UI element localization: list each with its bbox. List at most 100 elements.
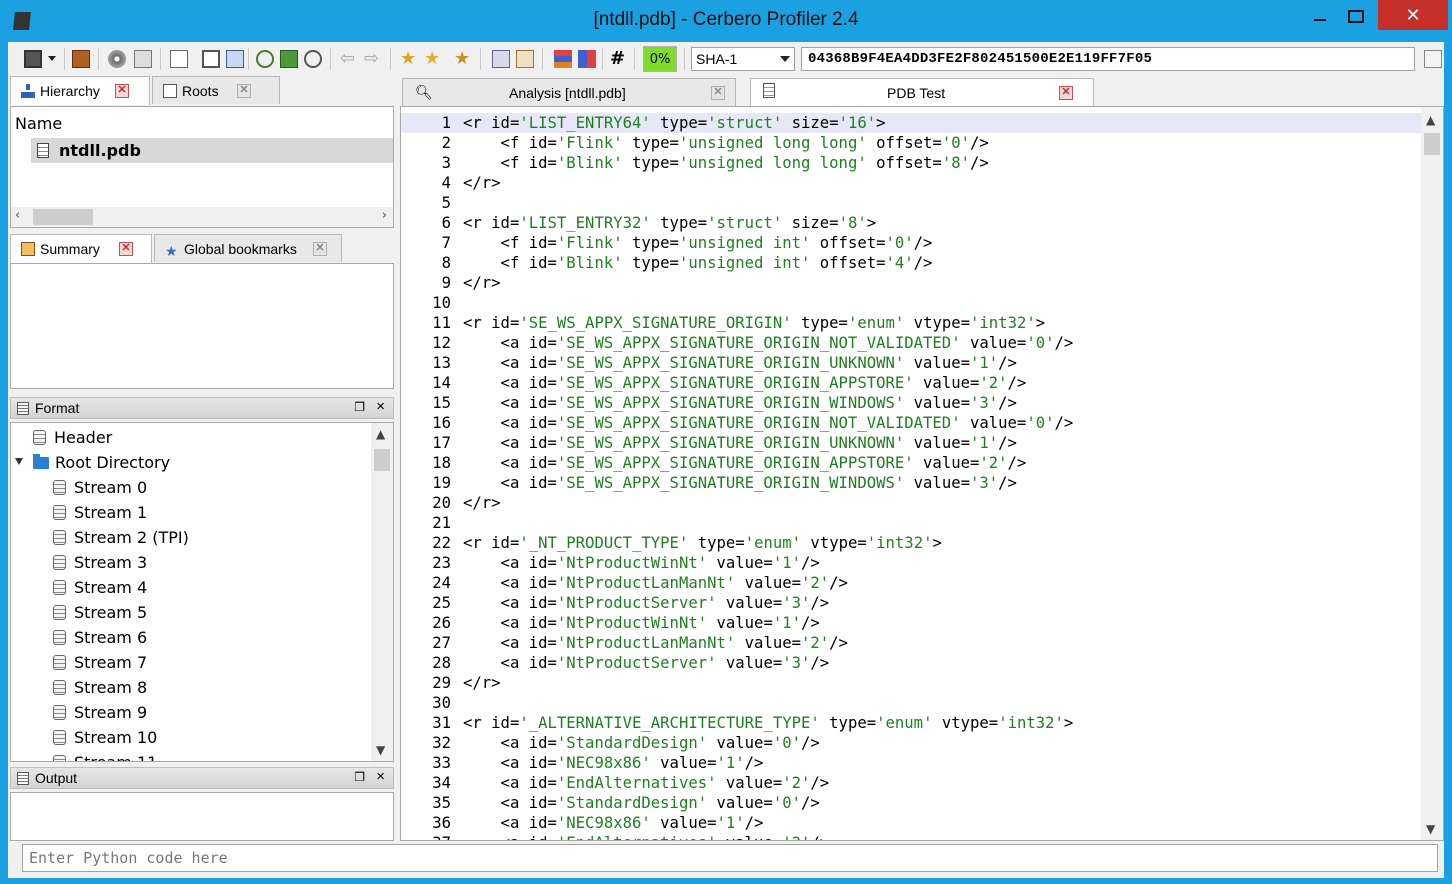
code-line[interactable]: 37 <a id='EndAlternatives' value='2'/>: [401, 833, 1421, 840]
tree-item[interactable]: Stream 9: [53, 700, 147, 725]
code-line[interactable]: 36 <a id='NEC98x86' value='1'/>: [401, 813, 1421, 833]
close-button[interactable]: ✕: [1378, 0, 1448, 30]
code-line[interactable]: 30: [401, 693, 1421, 713]
tree-item[interactable]: Stream 0: [53, 475, 147, 500]
code-line[interactable]: 6 <r id='LIST_ENTRY32' type='struct' size…: [401, 213, 1421, 233]
window-icon[interactable]: [170, 50, 188, 68]
code-line[interactable]: 25 <a id='NtProductServer' value='3'/>: [401, 593, 1421, 613]
code-line[interactable]: 29 </r>: [401, 673, 1421, 693]
float-icon[interactable]: ❐: [354, 770, 365, 784]
close-tab-icon[interactable]: ✕: [1059, 86, 1073, 100]
code-line[interactable]: 27 <a id='NtProductLanManNt' value='2'/>: [401, 633, 1421, 653]
tab-global-bookmarks[interactable]: ★ Global bookmarks ✕: [154, 234, 342, 262]
zoom-in-icon[interactable]: [256, 50, 274, 68]
vertical-scrollbar[interactable]: ▲ ▼: [371, 423, 393, 761]
close-tab-icon[interactable]: ✕: [237, 84, 251, 98]
code-line[interactable]: 5: [401, 193, 1421, 213]
float-icon[interactable]: ❐: [354, 400, 365, 414]
hash-icon[interactable]: #: [610, 50, 628, 68]
editor-vertical-scrollbar[interactable]: ▲ ▼: [1421, 107, 1443, 840]
close-tab-icon[interactable]: ✕: [313, 242, 327, 256]
code-line[interactable]: 34 <a id='EndAlternatives' value='2'/>: [401, 773, 1421, 793]
code-line[interactable]: 23 <a id='NtProductWinNt' value='1'/>: [401, 553, 1421, 573]
scan-icon[interactable]: [492, 50, 510, 68]
code-line[interactable]: 16 <a id='SE_WS_APPX_SIGNATURE_ORIGIN_NO…: [401, 413, 1421, 433]
code-line[interactable]: 8 <f id='Blink' type='unsigned int' offs…: [401, 253, 1421, 273]
scrollbar-thumb[interactable]: [33, 209, 93, 225]
scroll-right-icon[interactable]: ›: [382, 208, 387, 223]
code-line[interactable]: 11 <r id='SE_WS_APPX_SIGNATURE_ORIGIN' ty…: [401, 313, 1421, 333]
code-editor[interactable]: 1 <r id='LIST_ENTRY64' type='struct' size…: [400, 106, 1444, 841]
tab-analysis[interactable]: 🔍︎ Analysis [ntdll.pdb] ✕: [402, 78, 736, 106]
tree-item[interactable]: Stream 4: [53, 575, 147, 600]
tree-item[interactable]: Stream 5: [53, 600, 147, 625]
horizontal-scrollbar[interactable]: ‹ ›: [11, 207, 393, 227]
code-line[interactable]: 1 <r id='LIST_ENTRY64' type='struct' size…: [401, 113, 1421, 133]
code-line[interactable]: 26 <a id='NtProductWinNt' value='1'/>: [401, 613, 1421, 633]
color-list-icon[interactable]: [554, 50, 572, 68]
close-icon[interactable]: ×: [376, 398, 385, 415]
code-line[interactable]: 10: [401, 293, 1421, 313]
back-arrow-icon[interactable]: ⇦: [340, 50, 358, 68]
code-line[interactable]: 32 <a id='StandardDesign' value='0'/>: [401, 733, 1421, 753]
copy-icon[interactable]: [1424, 50, 1442, 68]
bookmark-add-icon[interactable]: ★: [400, 50, 418, 68]
hash-value-field[interactable]: 04368B9F4EA4DD3FE2F802451500E2E119FF7F05: [801, 47, 1415, 71]
tree-item[interactable]: Stream 7: [53, 650, 147, 675]
code-line[interactable]: 21: [401, 513, 1421, 533]
tree-item[interactable]: Stream 10: [53, 725, 157, 750]
tree-item[interactable]: Root Directory: [15, 450, 170, 475]
save-icon[interactable]: [24, 50, 42, 68]
bookmark-list-icon[interactable]: ★: [454, 50, 472, 68]
code-line[interactable]: 12 <a id='SE_WS_APPX_SIGNATURE_ORIGIN_NO…: [401, 333, 1421, 353]
column-header-name[interactable]: Name: [15, 114, 62, 133]
code-line[interactable]: 28 <a id='NtProductServer' value='3'/>: [401, 653, 1421, 673]
scroll-up-icon[interactable]: ▲: [1426, 113, 1435, 127]
dropdown-arrow-icon[interactable]: [48, 56, 56, 61]
tree-item[interactable]: Stream 11: [53, 750, 157, 761]
close-tab-icon[interactable]: ✕: [119, 242, 133, 256]
code-line[interactable]: 2 <f id='Flink' type='unsigned long long…: [401, 133, 1421, 153]
python-input[interactable]: Enter Python code here: [22, 844, 1438, 872]
tab-roots[interactable]: Roots ✕: [152, 76, 280, 104]
tab-pdb-test[interactable]: PDB Test ✕: [750, 78, 1094, 107]
code-line[interactable]: 24 <a id='NtProductLanManNt' value='2'/>: [401, 573, 1421, 593]
tree-item[interactable]: Header: [33, 425, 112, 450]
color-grid-icon[interactable]: [578, 50, 596, 68]
code-line[interactable]: 20 </r>: [401, 493, 1421, 513]
tree-item[interactable]: Stream 3: [53, 550, 147, 575]
code-line[interactable]: 19 <a id='SE_WS_APPX_SIGNATURE_ORIGIN_WI…: [401, 473, 1421, 493]
scrollbar-thumb[interactable]: [1424, 133, 1440, 155]
code-line[interactable]: 7 <f id='Flink' type='unsigned int' offs…: [401, 233, 1421, 253]
code-line[interactable]: 33 <a id='NEC98x86' value='1'/>: [401, 753, 1421, 773]
zoom-out-icon[interactable]: [304, 50, 322, 68]
tab-summary[interactable]: Summary ✕: [10, 234, 152, 263]
document-settings-icon[interactable]: [134, 50, 152, 68]
layout-icon[interactable]: [202, 50, 220, 68]
hash-algorithm-select[interactable]: SHA-1: [691, 47, 795, 71]
code-line[interactable]: 35 <a id='StandardDesign' value='0'/>: [401, 793, 1421, 813]
go-down-icon[interactable]: [280, 50, 298, 68]
close-tab-icon[interactable]: ✕: [711, 86, 725, 100]
tree-item[interactable]: Stream 6: [53, 625, 147, 650]
code-line[interactable]: 9 </r>: [401, 273, 1421, 293]
output-dock-header[interactable]: Output ❐ ×: [10, 767, 394, 789]
code-line[interactable]: 3 <f id='Blink' type='unsigned long long…: [401, 153, 1421, 173]
code-line[interactable]: 4 </r>: [401, 173, 1421, 193]
tree-item[interactable]: Stream 8: [53, 675, 147, 700]
tree-item-ntdll[interactable]: ntdll.pdb: [31, 138, 393, 163]
code-line[interactable]: 18 <a id='SE_WS_APPX_SIGNATURE_ORIGIN_AP…: [401, 453, 1421, 473]
format-dock-header[interactable]: Format ❐ ×: [10, 397, 394, 419]
output-panel[interactable]: [10, 792, 394, 841]
tab-hierarchy[interactable]: Hierarchy ✕: [10, 76, 150, 105]
tree-item[interactable]: Stream 2 (TPI): [53, 525, 189, 550]
code-line[interactable]: 14 <a id='SE_WS_APPX_SIGNATURE_ORIGIN_AP…: [401, 373, 1421, 393]
scroll-down-icon[interactable]: ▼: [376, 743, 385, 757]
code-line[interactable]: 31 <r id='_ALTERNATIVE_ARCHITECTURE_TYPE'…: [401, 713, 1421, 733]
code-line[interactable]: 22 <r id='_NT_PRODUCT_TYPE' type='enum' v…: [401, 533, 1421, 553]
gear-icon[interactable]: [108, 50, 126, 68]
refresh-icon[interactable]: [226, 50, 244, 68]
code-line[interactable]: 13 <a id='SE_WS_APPX_SIGNATURE_ORIGIN_UN…: [401, 353, 1421, 373]
edit-icon[interactable]: [516, 50, 534, 68]
code-line[interactable]: 15 <a id='SE_WS_APPX_SIGNATURE_ORIGIN_WI…: [401, 393, 1421, 413]
